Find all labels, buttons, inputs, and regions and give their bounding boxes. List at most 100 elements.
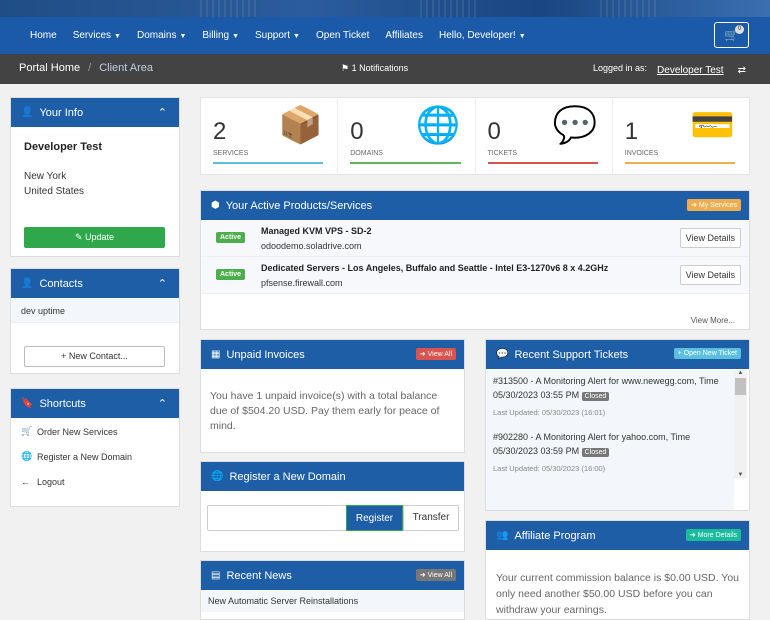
transfer-button[interactable]: Transfer xyxy=(403,505,459,531)
view-more-link[interactable]: View More... xyxy=(691,316,735,325)
register-domain-panel: 🌐 Register a New Domain Register Transfe… xyxy=(200,461,465,552)
sub-bar: Portal Home / Client Area ⚑ 1 Notificati… xyxy=(0,54,770,84)
switch-account-icon[interactable]: ⇄ xyxy=(738,65,746,76)
nav-billing[interactable]: Billing ▼ xyxy=(194,17,247,55)
chevron-up-icon[interactable]: ⌃ xyxy=(158,397,167,410)
caret-down-icon: ▼ xyxy=(293,32,300,40)
product-host: pfsense.firewall.com xyxy=(261,278,343,288)
product-host: odoodemo.soladrive.com xyxy=(261,241,362,251)
nav-account[interactable]: Hello, Developer! ▼ xyxy=(431,17,534,55)
my-services-button[interactable]: ➜ My Services xyxy=(687,199,741,211)
invoices-text: You have 1 unpaid invoice(s) with a tota… xyxy=(210,390,440,432)
register-domain-header: 🌐 Register a New Domain xyxy=(201,462,464,491)
notifications-link[interactable]: ⚑ 1 Notifications xyxy=(341,63,408,74)
tickets-scrollbar[interactable]: ▲ ▼ xyxy=(734,370,747,478)
status-badge: Closed xyxy=(581,392,610,401)
cart-icon: 🛒 xyxy=(21,426,33,436)
scroll-up-icon[interactable]: ▲ xyxy=(734,370,747,376)
products-header: ⬢ Your Active Products/Services ➜ My Ser… xyxy=(201,191,749,220)
product-row[interactable]: Active Managed KVM VPS - SD-2 odoodemo.s… xyxy=(201,220,749,257)
stat-services[interactable]: 📦 2 SERVICES xyxy=(201,98,339,174)
chevron-up-icon[interactable]: ⌃ xyxy=(158,106,167,119)
view-details-button[interactable]: View Details xyxy=(679,228,741,248)
status-badge: Active xyxy=(216,269,246,280)
user-icon: 👤 xyxy=(21,278,34,289)
affiliate-header: 👥 Affiliate Program ➜ More Details xyxy=(486,521,749,550)
shortcuts-header[interactable]: 🔖 Shortcuts ⌃ xyxy=(11,389,179,418)
nav-domains[interactable]: Domains ▼ xyxy=(129,17,194,55)
affiliate-panel: 👥 Affiliate Program ➜ More Details Your … xyxy=(485,520,750,620)
nav-open-ticket[interactable]: Open Ticket xyxy=(308,17,377,54)
client-name: Developer Test xyxy=(24,141,103,153)
caret-down-icon: ▼ xyxy=(232,32,240,40)
new-contact-button[interactable]: + New Contact... xyxy=(24,346,165,367)
nav-home[interactable]: Home xyxy=(22,17,65,54)
view-details-button[interactable]: View Details xyxy=(679,265,741,285)
ticket-item[interactable]: #902280 - A Monitoring Alert for yahoo.c… xyxy=(493,430,727,476)
product-row[interactable]: Active Dedicated Servers - Los Angeles, … xyxy=(201,257,749,294)
client-city: New York xyxy=(24,171,67,182)
tickets-panel: 💬 Recent Support Tickets + Open New Tick… xyxy=(485,339,750,511)
nav-affiliates[interactable]: Affiliates xyxy=(377,17,431,54)
contact-item[interactable]: dev uptime xyxy=(11,298,179,323)
contacts-header[interactable]: 👤 Contacts ⌃ xyxy=(11,269,179,298)
tickets-header: 💬 Recent Support Tickets + Open New Tick… xyxy=(486,340,749,369)
breadcrumb-current: Client Area xyxy=(99,62,154,74)
logged-in-info: Logged in as: Developer Test ⇄ xyxy=(593,62,746,77)
product-name: Dedicated Servers - Los Angeles, Buffalo… xyxy=(261,263,609,273)
domain-search-input[interactable] xyxy=(207,505,346,531)
view-all-invoices-button[interactable]: ➜ View All xyxy=(415,348,456,360)
register-button[interactable]: Register xyxy=(346,505,403,531)
chevron-up-icon[interactable]: ⌃ xyxy=(158,277,167,290)
comments-icon: 💬 xyxy=(496,349,509,360)
arrow-left-icon: ← xyxy=(21,476,30,487)
pencil-icon: ✎ xyxy=(74,232,85,242)
scroll-down-icon[interactable]: ▼ xyxy=(734,472,747,478)
your-info-panel: 👤 Your Info ⌃ Developer Test New York Un… xyxy=(10,97,180,257)
client-country: United States xyxy=(24,186,85,197)
breadcrumb-home[interactable]: Portal Home xyxy=(19,62,80,74)
more-details-button[interactable]: ➜ More Details xyxy=(685,529,741,541)
status-badge: Active xyxy=(216,232,246,243)
news-panel: ▤ Recent News ➜ View All New Automatic S… xyxy=(200,560,465,620)
stat-tickets[interactable]: 💬 0 TICKETS xyxy=(476,98,613,174)
status-badge: Closed xyxy=(581,448,610,457)
nav-services[interactable]: Services ▼ xyxy=(65,17,129,55)
plus-icon: + xyxy=(61,351,69,361)
cart-count-badge: 0 xyxy=(735,25,744,34)
stat-invoices[interactable]: 💳 1 INVOICES xyxy=(613,98,749,174)
caret-down-icon: ▼ xyxy=(179,32,187,40)
news-item[interactable]: New Automatic Server Reinstallations xyxy=(201,590,464,612)
users-icon: 👥 xyxy=(496,530,509,541)
open-new-ticket-button[interactable]: + Open New Ticket xyxy=(673,348,741,359)
breadcrumb: Portal Home / Client Area xyxy=(19,62,154,74)
stat-domains[interactable]: 🌐 0 DOMAINS xyxy=(338,98,476,174)
header-banner xyxy=(0,0,770,17)
invoices-panel: ▦ Unpaid Invoices ➜ View All You have 1 … xyxy=(200,339,465,453)
your-info-header[interactable]: 👤 Your Info ⌃ xyxy=(11,98,179,127)
caret-down-icon: ▼ xyxy=(114,32,121,40)
shortcut-register-domain[interactable]: 🌐 Register a New Domain xyxy=(11,444,179,469)
cart-button[interactable]: 🛒 0 xyxy=(714,22,749,48)
update-button[interactable]: ✎ Update xyxy=(24,227,165,248)
ticket-item[interactable]: #313500 - A Monitoring Alert for www.new… xyxy=(493,374,727,420)
cube-icon: ⬢ xyxy=(211,200,220,211)
invoices-header: ▦ Unpaid Invoices ➜ View All xyxy=(201,340,464,369)
shortcut-order-services[interactable]: 🛒 Order New Services xyxy=(11,419,179,444)
flag-icon: ⚑ xyxy=(341,63,352,73)
view-all-news-button[interactable]: ➜ View All xyxy=(415,569,456,581)
comments-icon: 💬 xyxy=(552,104,598,145)
caret-down-icon: ▼ xyxy=(518,32,526,40)
scrollbar-thumb[interactable] xyxy=(735,378,746,395)
nav-support[interactable]: Support ▼ xyxy=(247,17,308,55)
globe-icon: 🌐 xyxy=(415,104,461,145)
calculator-icon: ▦ xyxy=(211,349,221,360)
credit-card-icon: 💳 xyxy=(690,104,735,145)
tickets-list: #313500 - A Monitoring Alert for www.new… xyxy=(486,370,734,510)
globe-icon: 🌐 xyxy=(211,471,224,482)
cube-icon: 📦 xyxy=(278,104,324,145)
logged-in-user[interactable]: Developer Test xyxy=(657,65,724,76)
newspaper-icon: ▤ xyxy=(211,570,221,581)
contacts-panel: 👤 Contacts ⌃ dev uptime + New Contact... xyxy=(10,268,180,374)
shortcut-logout[interactable]: ← Logout xyxy=(11,469,179,494)
